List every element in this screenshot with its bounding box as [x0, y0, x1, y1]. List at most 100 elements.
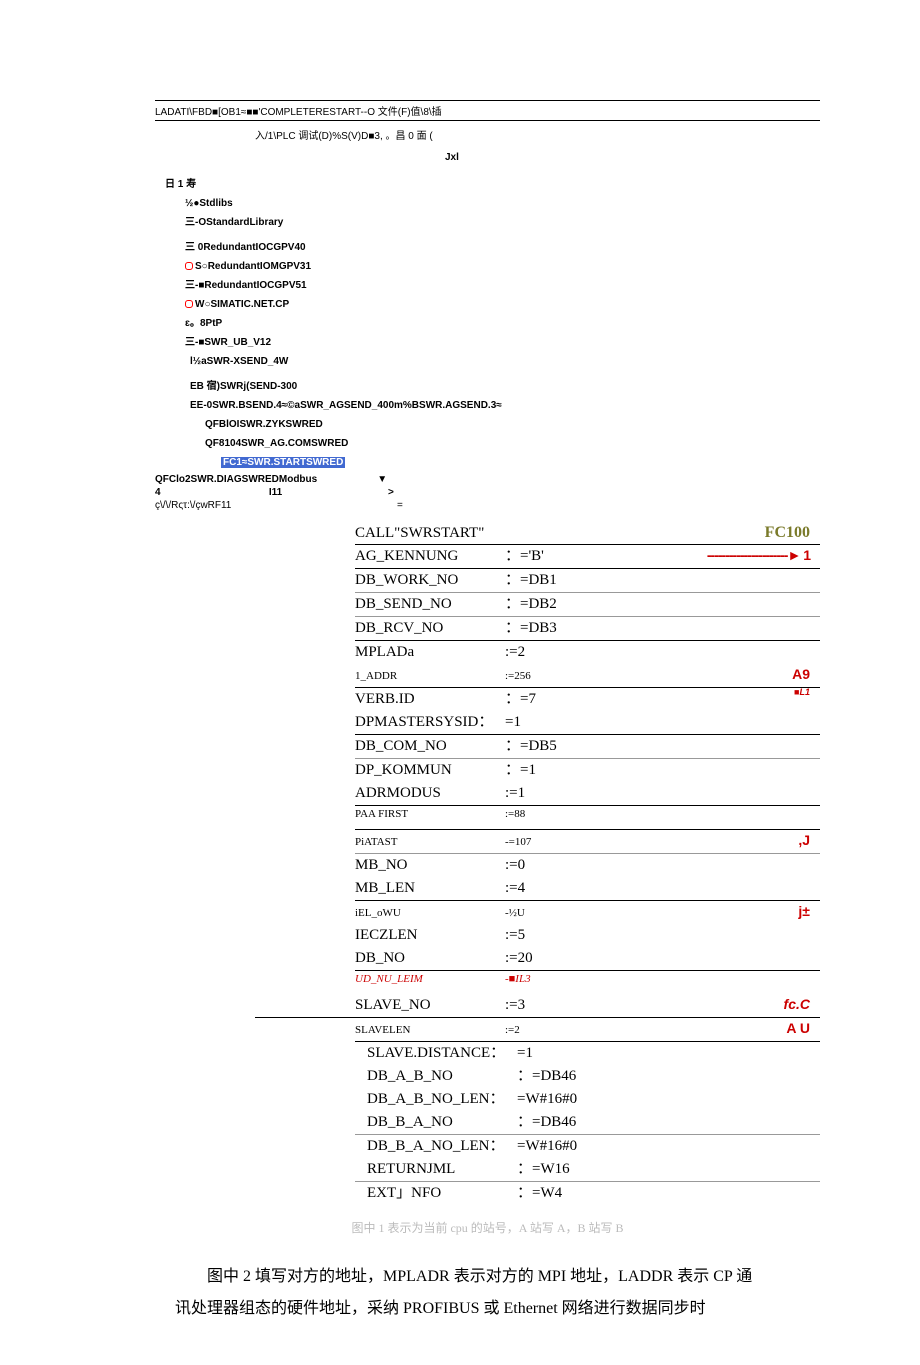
code-row: DB_SEND_NO：=DB2: [355, 593, 820, 617]
code-row: AG_KENNUNG：='B'----------------------► 1: [355, 545, 820, 569]
code-value: =W#16#0: [517, 1135, 602, 1158]
code-row: DB_A_B_NO：=DB46: [355, 1065, 820, 1088]
code-key: PAA FIRST: [355, 806, 505, 823]
code-value: -■IL3: [505, 971, 590, 988]
header-line-1: LADATI\FBD■[OB1≈■■'COMPLETERESTART--O 文件…: [155, 101, 820, 121]
code-value: ：=DB1: [505, 569, 590, 592]
code-value: ：=DB46: [517, 1065, 602, 1088]
code-key: iEL_oWU: [355, 905, 505, 922]
code-value: =1: [505, 711, 590, 734]
code-value: :=5: [505, 924, 590, 947]
code-value: ：=DB46: [517, 1111, 602, 1134]
code-key: AG_KENNUNG: [355, 545, 505, 568]
code-key: DB_B_A_NO_LEN：: [355, 1135, 517, 1158]
code-key: DB_A_B_NO: [355, 1065, 517, 1088]
code-value: :=0: [505, 854, 590, 877]
ocr-text: ç\/\/Rςτ:\/çwRF11: [155, 500, 231, 511]
code-key: IECZLEN: [355, 924, 505, 947]
code-row: DP_KOMMUN：=1: [355, 759, 820, 782]
code-row: ADRMODUS:=1: [355, 782, 820, 806]
body-text: 图中 2 填写对方的地址，MPLADR 表示对方的 MPI 地址，LADDR 表…: [175, 1268, 752, 1317]
code-key: PiATAST: [355, 834, 505, 851]
code-key: VERB.ID: [355, 688, 505, 711]
code-row: MPLADa:=2: [355, 641, 820, 664]
code-key: DB_WORK_NO: [355, 569, 505, 592]
code-annotation: FC100: [590, 521, 820, 546]
code-row: iEL_oWU-½Uj±: [355, 901, 820, 924]
code-row: DB_NO:=20: [355, 947, 820, 971]
code-row: SLAVELEN:=2A U: [355, 1018, 820, 1042]
library-tree: 日 1 寿 ½●Stdlibs 三-OStandardLibrary 三 0Re…: [155, 175, 820, 472]
code-annotation: j±: [590, 901, 820, 923]
code-row: PiATAST-=107,J: [355, 830, 820, 854]
code-key: 1_ADDR: [355, 668, 505, 685]
header-line-3: Jxl: [155, 152, 820, 163]
code-annotation: ,J: [590, 830, 820, 852]
code-value: ：=DB2: [505, 593, 590, 616]
code-key: DB_A_B_NO_LEN：: [355, 1088, 517, 1111]
tree-item: QF8104SWR_AG.COMSWRED: [155, 434, 820, 453]
code-value: =1: [517, 1042, 602, 1065]
code-value: :=4: [505, 877, 590, 900]
code-row: SLAVE_NO:=3fc.C: [355, 994, 820, 1018]
code-row: 1_ADDR:=256A9■L1: [355, 664, 820, 688]
code-key: DP_KOMMUN: [355, 759, 505, 782]
tree-item: S○RedundantIOMGPV31: [155, 257, 820, 276]
code-value: ：=DB3: [505, 617, 590, 640]
footer-cell: 4: [155, 487, 163, 498]
code-row: DB_COM_NO：=DB5: [355, 735, 820, 759]
tree-item: 三-■RedundantIOCGPV51: [155, 276, 820, 295]
code-key: RETURNJML: [355, 1158, 517, 1181]
code-value: ：='B': [505, 545, 590, 568]
code-key: SLAVE_NO: [355, 994, 505, 1017]
code-row: DB_A_B_NO_LEN：=W#16#0: [355, 1088, 820, 1111]
stl-code-block: CALL"SWRSTART"FC100AG_KENNUNG：='B'------…: [355, 521, 820, 1205]
code-row: PAA FIRST:=88: [355, 806, 820, 830]
faint-caption: 图中 1 表示为当前 cpu 的站号，A 站写 A，B 站写 B: [155, 1219, 820, 1236]
tree-item: ½●Stdlibs: [155, 194, 820, 213]
code-row: SLAVE.DISTANCE：=1: [355, 1042, 820, 1065]
tree-label-highlighted: FC1≈SWR.STARTSWRED: [221, 457, 345, 468]
code-key: DPMASTERSYSID：: [355, 711, 505, 734]
code-key: DB_RCV_NO: [355, 617, 505, 640]
code-row: DPMASTERSYSID：=1: [355, 711, 820, 735]
code-key: DB_SEND_NO: [355, 593, 505, 616]
code-value: =W#16#0: [517, 1088, 602, 1111]
code-value: -½U: [505, 905, 590, 922]
code-key: MPLADa: [355, 641, 505, 664]
dropdown-arrow-icon: ▼: [377, 474, 602, 485]
footer-cell: I11: [163, 487, 388, 498]
tree-item: ɛ。8PtP: [155, 314, 820, 333]
tree-item: 三-■SWR_UB_V12: [155, 333, 820, 352]
code-value: :=256: [505, 668, 590, 685]
code-row: CALL"SWRSTART"FC100: [355, 521, 820, 545]
code-row: DB_RCV_NO：=DB3: [355, 617, 820, 641]
code-key: MB_LEN: [355, 877, 505, 900]
code-row: IECZLEN:=5: [355, 924, 820, 947]
tree-item: l½aSWR-XSEND_4W: [155, 352, 820, 371]
tree-item: EE-0SWR.BSEND.4≈©aSWR_AGSEND_400m%BSWR.A…: [155, 396, 820, 415]
tree-label: W○SIMATIC.NET.CP: [195, 299, 289, 310]
code-value: ：=DB5: [505, 735, 590, 758]
tree-footer-row: 4 I11 >: [155, 487, 820, 498]
code-value: ：=W4: [517, 1182, 602, 1205]
code-value: ：=7: [505, 688, 590, 711]
tree-item: 三-OStandardLibrary: [155, 213, 820, 232]
horizontal-rule: [255, 1017, 460, 1018]
code-value: :=88: [505, 806, 590, 823]
code-key: MB_NO: [355, 854, 505, 877]
code-value: -=107: [505, 834, 590, 851]
code-row: DB_WORK_NO：=DB1: [355, 569, 820, 593]
code-value: :=3: [505, 994, 590, 1017]
code-key: EXT」NFO: [355, 1182, 517, 1205]
code-annotation: fc.C: [590, 994, 820, 1016]
code-annotation: ----------------------► 1: [590, 545, 820, 567]
code-value: ：=1: [505, 759, 590, 782]
tree-item: W○SIMATIC.NET.CP: [155, 295, 820, 314]
tree-footer-row: QFClo2SWR.DIAGSWREDModbus ▼: [155, 474, 820, 485]
ocr-fragment: ç\/\/Rςτ:\/çwRF11 =: [155, 500, 820, 511]
code-value: :=1: [505, 782, 590, 805]
code-key: SLAVE.DISTANCE：: [355, 1042, 517, 1065]
code-key: DB_COM_NO: [355, 735, 505, 758]
code-value: :=20: [505, 947, 590, 970]
